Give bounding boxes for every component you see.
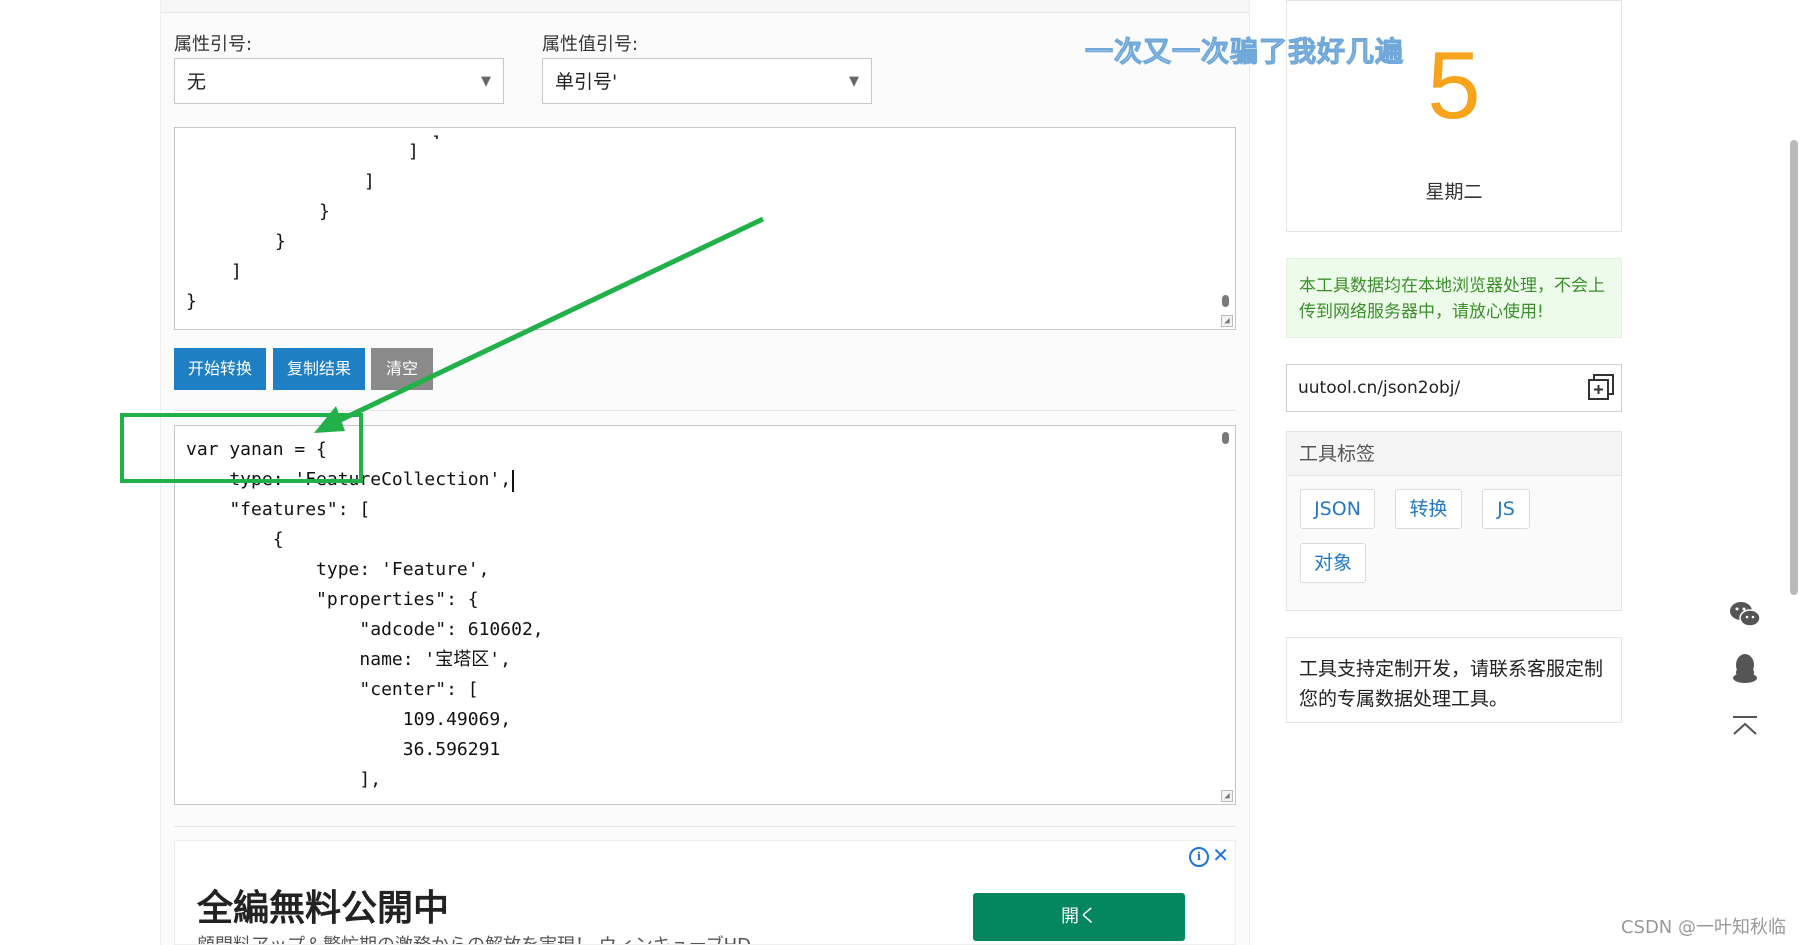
close-icon[interactable]: ✕ [1212,843,1229,867]
code-line: } [319,201,330,222]
ad-subtitle: 顧問料アップ＆繁忙期の激務からの解放を実現！ ウィンキューブHD [197,931,751,944]
tool-tags-title: 工具标签 [1287,432,1621,476]
value-quote-select[interactable]: 单引号' ▼ [542,58,872,104]
code-line: 36.596291 [186,739,501,760]
code-line: ] [364,171,375,192]
custom-service-card: 工具支持定制开发，请联系客服定制您的专属数据处理工具。 [1286,637,1622,723]
convert-button[interactable]: 开始转换 [174,348,266,390]
clear-button[interactable]: 清空 [371,348,433,390]
code-line: name: '宝塔区', [186,649,511,670]
attr-quote-value: 无 [187,71,207,93]
watermark-text: 一次又一次骗了我好几遍 [1084,35,1405,69]
back-to-top-icon[interactable] [1728,710,1762,744]
code-line: ], [186,769,382,790]
ad-open-button[interactable]: 開く [973,893,1185,941]
copy-icon[interactable] [1587,373,1615,401]
json-input-textarea[interactable]: ] ] ] } } ] } ◢ [174,127,1236,330]
resize-handle-icon[interactable]: ◢ [1221,315,1233,327]
privacy-notice: 本工具数据均在本地浏览器处理，不会上传到网络服务器中，请放心使用! [1286,258,1622,338]
tag-json[interactable]: JSON [1300,489,1375,529]
csdn-watermark: CSDN @一叶知秋临 [1620,917,1786,938]
weekday-label: 星期二 [1425,181,1483,203]
tool-url-field[interactable]: uutool.cn/json2obj/ [1286,364,1622,412]
tool-url-text: uutool.cn/json2obj/ [1298,378,1461,398]
code-line: var yanan = { [186,439,327,460]
code-line: { [186,529,284,550]
code-line: } [186,291,197,312]
page-scrollbar-thumb[interactable] [1790,140,1798,595]
chevron-down-icon: ▼ [481,74,491,89]
top-strip [161,0,1249,13]
attr-quote-select[interactable]: 无 ▼ [174,58,504,104]
code-line-clipped: ] [431,129,442,139]
divider [174,826,1236,827]
divider [174,410,1236,411]
converter-panel: 属性引号: 无 ▼ 属性值引号: 单引号' ▼ ] ] ] } } ] } ◢ … [160,0,1250,945]
advertisement[interactable]: 全編無料公開中 顧問料アップ＆繁忙期の激務からの解放を実現！ ウィンキューブHD… [174,840,1236,945]
code-line: } [275,231,286,252]
chevron-down-icon: ▼ [849,74,859,89]
attr-quote-label: 属性引号: [174,34,253,55]
qq-icon[interactable] [1728,652,1762,686]
tag-js[interactable]: JS [1482,489,1530,529]
input-scrollbar-thumb[interactable] [1222,295,1229,307]
js-output-textarea[interactable]: var yanan = { type: 'FeatureCollection',… [174,425,1236,805]
ad-title: 全編無料公開中 [197,887,450,929]
text-cursor [512,470,514,492]
code-line: ] [231,261,242,282]
info-icon[interactable]: i [1189,847,1209,867]
code-line: ] [408,141,419,162]
code-line: "center": [ [186,679,479,700]
tool-tags-card: 工具标签 JSON 转换 JS 对象 [1286,431,1622,611]
value-quote-value: 单引号' [555,71,618,93]
resize-handle-icon[interactable]: ◢ [1221,790,1233,802]
code-line: type: 'FeatureCollection', [186,469,512,490]
tag-object[interactable]: 对象 [1300,543,1366,583]
wechat-icon[interactable] [1728,597,1762,631]
code-line: "properties": { [186,589,479,610]
copy-result-button[interactable]: 复制结果 [273,348,365,390]
value-quote-label: 属性值引号: [542,34,639,55]
code-line: "adcode": 610602, [186,619,544,640]
code-line: 109.49069, [186,709,512,730]
tag-convert[interactable]: 转换 [1395,489,1462,529]
left-margin [0,0,160,945]
custom-service-text: 工具支持定制开发，请联系客服定制您的专属数据处理工具。 [1299,658,1604,710]
code-line: type: 'Feature', [186,559,490,580]
code-line: "features": [ [186,499,371,520]
output-scrollbar-thumb[interactable] [1222,432,1229,444]
